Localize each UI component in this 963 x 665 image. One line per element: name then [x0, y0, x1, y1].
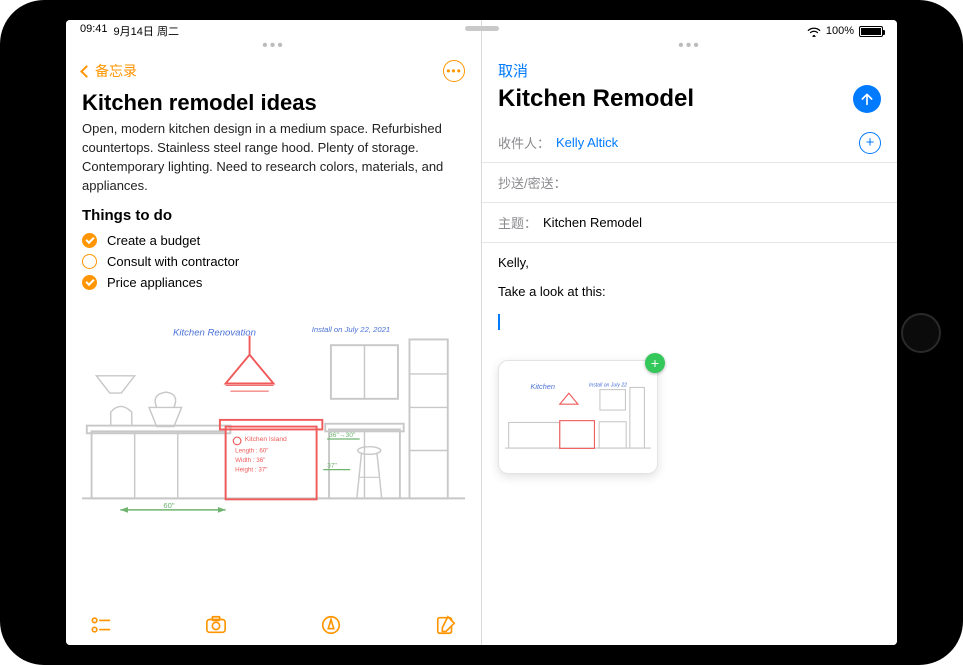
screen: 09:41 9月14日 周二 ••• 备忘录 ••• Kitc: [66, 20, 897, 645]
split-view-handle[interactable]: [465, 26, 499, 31]
dim-r1-text: 36"→30": [329, 432, 356, 439]
notes-navbar: 备忘录 •••: [66, 54, 481, 88]
plus-icon: +: [651, 355, 659, 371]
kitchen-sketch-mini: Kitchen Install on July 22: [505, 367, 651, 467]
drawing-install-text: Install on July 22, 2021: [312, 325, 390, 334]
markup-button[interactable]: [320, 614, 342, 636]
chevron-left-icon: [80, 65, 93, 78]
to-field[interactable]: 收件人： Kelly Altick +: [482, 123, 897, 163]
attachment-thumbnail[interactable]: + Kitchen Install on July 22: [498, 360, 658, 474]
attachment-add-badge[interactable]: +: [645, 353, 665, 373]
island-length-text: Length : 60": [235, 448, 268, 455]
mail-body[interactable]: Kelly, Take a look at this:: [482, 243, 897, 356]
drawing-title-text: Kitchen Renovation: [173, 328, 256, 339]
todo-item[interactable]: Price appliances: [82, 272, 465, 293]
note-drawing[interactable]: Kitchen Island Length : 60" Width : 36" …: [82, 307, 465, 527]
todo-label: Consult with contractor: [107, 254, 239, 269]
island-height-text: Height : 37": [235, 467, 267, 474]
back-button[interactable]: 备忘录: [82, 61, 137, 81]
back-label: 备忘录: [95, 61, 137, 81]
cc-label: 抄送/密送：: [498, 173, 567, 192]
status-time: 09:41: [80, 23, 108, 39]
arrow-up-icon: [859, 91, 875, 107]
todo-heading: Things to do: [82, 207, 465, 224]
kitchen-sketch-svg: Kitchen Island Length : 60" Width : 36" …: [82, 307, 465, 527]
battery-icon: [859, 26, 883, 37]
checkbox-empty-icon[interactable]: [82, 254, 97, 269]
send-button[interactable]: [853, 85, 881, 113]
checklist-button[interactable]: [90, 614, 112, 636]
home-button[interactable]: [901, 313, 941, 353]
mail-line: Take a look at this:: [498, 284, 881, 299]
battery-pct: 100%: [826, 25, 854, 37]
todo-item[interactable]: Consult with contractor: [82, 251, 465, 272]
more-button[interactable]: •••: [443, 60, 465, 82]
checkbox-checked-icon[interactable]: [82, 275, 97, 290]
svg-text:Kitchen: Kitchen: [531, 381, 555, 390]
todo-label: Create a budget: [107, 233, 200, 248]
subject-field[interactable]: 主题： Kitchen Remodel: [482, 203, 897, 243]
note-title: Kitchen remodel ideas: [82, 90, 465, 116]
cc-field[interactable]: 抄送/密送：: [482, 163, 897, 203]
camera-button[interactable]: [205, 614, 227, 636]
multitask-dots-icon[interactable]: •••: [66, 42, 481, 54]
ellipsis-icon: •••: [446, 64, 462, 78]
wifi-icon: [807, 26, 821, 36]
to-value[interactable]: Kelly Altick: [556, 135, 618, 150]
note-description: Open, modern kitchen design in a medium …: [82, 120, 465, 195]
notes-app-pane: 09:41 9月14日 周二 ••• 备忘录 ••• Kitc: [66, 20, 482, 645]
svg-text:Install on July 22: Install on July 22: [589, 382, 627, 388]
island-width-text: Width : 36": [235, 457, 265, 464]
mail-compose-pane: 100% ••• 取消 Kitchen Remodel 收件人：: [482, 20, 897, 645]
todo-item[interactable]: Create a budget: [82, 230, 465, 251]
cancel-button[interactable]: 取消: [482, 54, 897, 83]
subject-value: Kitchen Remodel: [543, 215, 642, 230]
to-label: 收件人：: [498, 133, 550, 152]
status-date: 9月14日 周二: [114, 23, 179, 39]
plus-icon: +: [866, 135, 875, 150]
add-recipient-button[interactable]: +: [859, 132, 881, 154]
island-title-text: Kitchen Island: [245, 436, 287, 443]
mail-greeting: Kelly,: [498, 255, 881, 270]
note-content[interactable]: Kitchen remodel ideas Open, modern kitch…: [66, 88, 481, 605]
text-cursor: [498, 314, 500, 330]
compose-button[interactable]: [435, 614, 457, 636]
subject-label: 主题：: [498, 213, 537, 232]
dim-left-text: 60": [163, 501, 175, 510]
notes-toolbar: [66, 605, 481, 645]
todo-label: Price appliances: [107, 275, 202, 290]
multitask-dots-icon[interactable]: •••: [482, 42, 897, 54]
checkbox-checked-icon[interactable]: [82, 233, 97, 248]
mail-title: Kitchen Remodel: [498, 85, 694, 113]
dim-r2-text: 37": [327, 463, 337, 470]
ipad-frame: 09:41 9月14日 周二 ••• 备忘录 ••• Kitc: [0, 0, 963, 665]
